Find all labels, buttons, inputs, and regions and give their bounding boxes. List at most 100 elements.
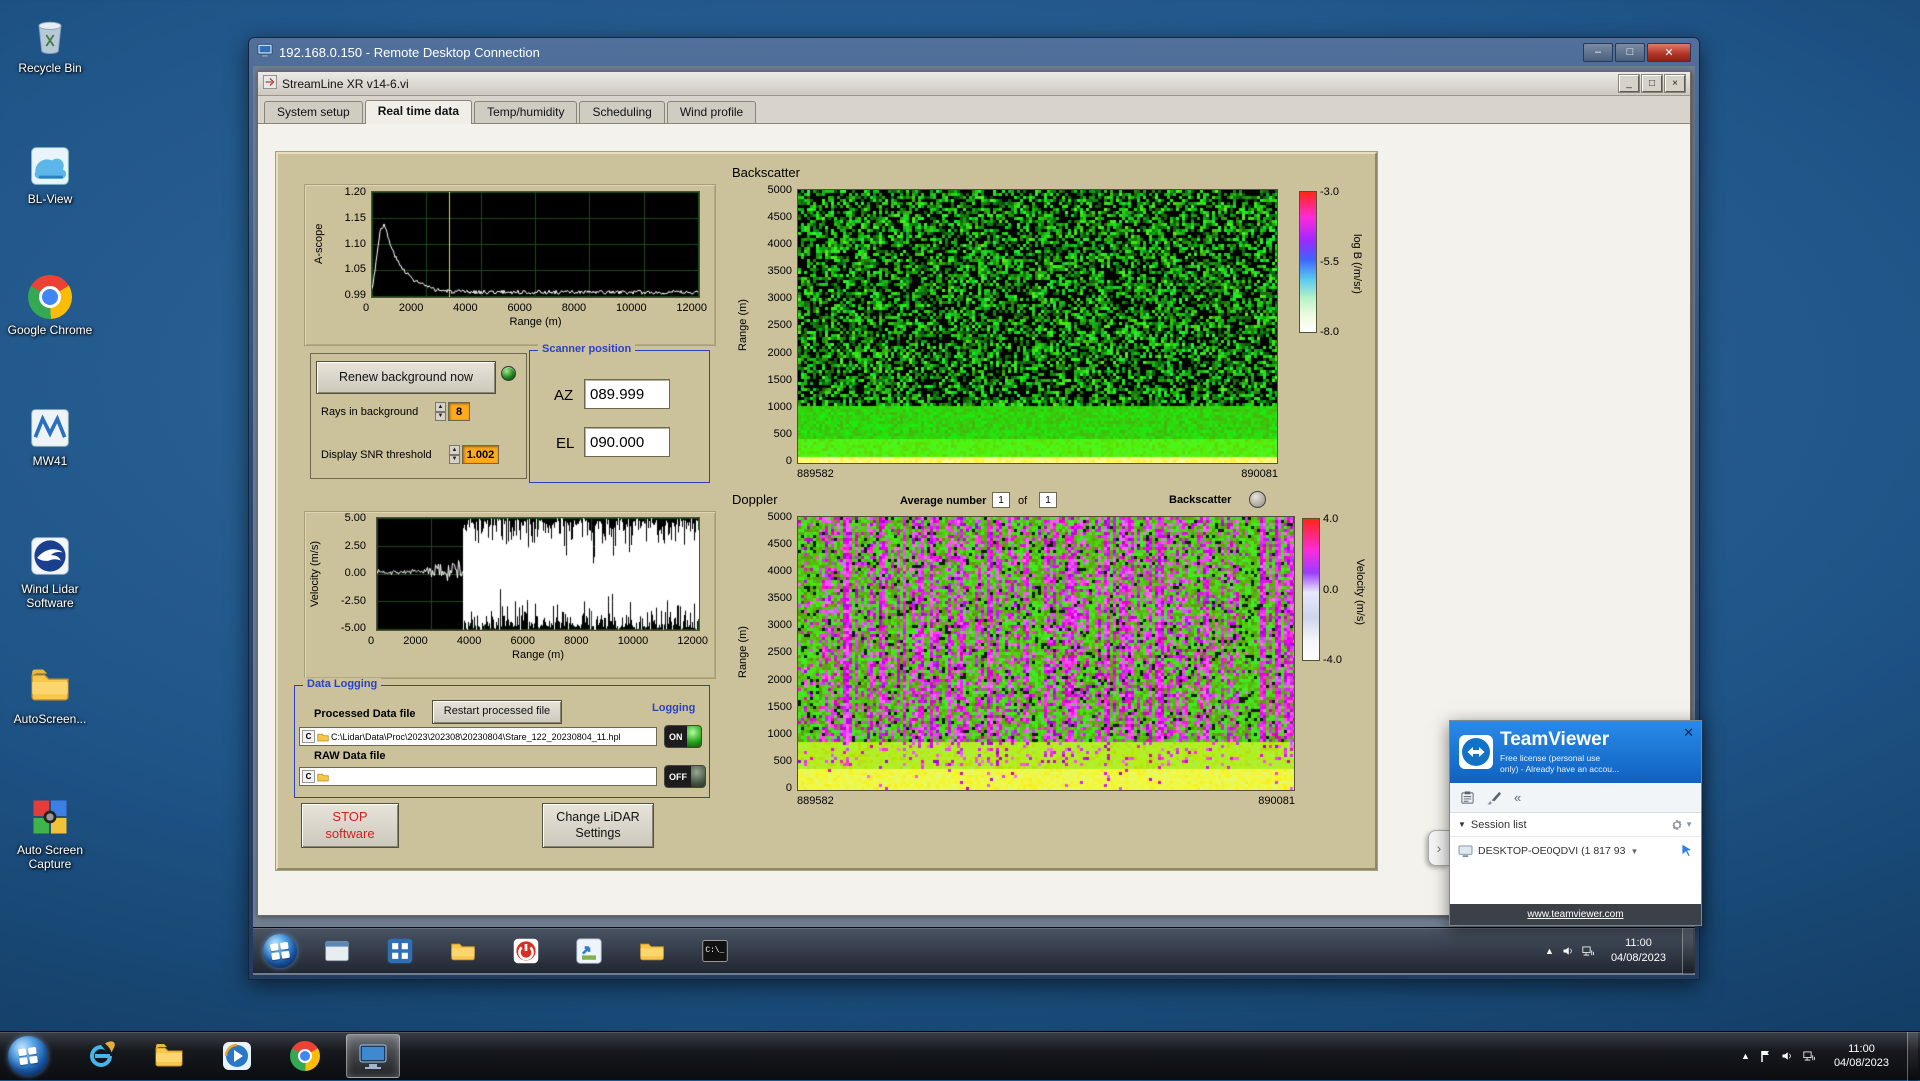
tab-wind-profile[interactable]: Wind profile — [666, 101, 757, 123]
tab-temp-humidity[interactable]: Temp/humidity — [474, 101, 578, 123]
remote-start-button[interactable] — [263, 933, 297, 968]
snr-value[interactable]: 1.002 — [462, 445, 499, 464]
snr-spinner[interactable]: ▲ ▼ — [449, 445, 460, 464]
ascope-y-axis-ticks: 1.20 1.15 1.10 1.05 0.99 — [328, 186, 366, 301]
stop-software-button[interactable]: STOP software — [301, 803, 399, 848]
ascope-plot — [371, 191, 700, 298]
rdp-window-icon — [257, 43, 273, 61]
raw-logging-switch[interactable]: OFF — [664, 765, 706, 788]
remote-task-power-app-icon[interactable] — [503, 931, 549, 971]
tick-label: 3000 — [767, 619, 792, 632]
velocity-x-axis-ticks: 0 2000 4000 6000 8000 10000 12000 — [368, 635, 708, 647]
az-field[interactable]: 089.999 — [584, 379, 670, 409]
remote-task-updater-app-icon[interactable] — [566, 931, 612, 971]
processed-logging-switch[interactable]: ON — [664, 725, 702, 748]
rdp-minimize-button[interactable]: – — [1583, 42, 1613, 62]
teamviewer-close-icon[interactable]: ✕ — [1683, 725, 1694, 741]
start-button[interactable] — [8, 1036, 48, 1076]
collapse-chevrons-icon[interactable]: « — [1514, 790, 1521, 805]
backscatter-colorbar — [1299, 191, 1317, 333]
teamviewer-link[interactable]: www.teamviewer.com — [1527, 909, 1623, 920]
rays-spinner[interactable]: ▲ ▼ — [435, 402, 446, 421]
clock[interactable]: 11:00 04/08/2023 — [1826, 1042, 1897, 1071]
taskbar-explorer-icon[interactable] — [142, 1034, 196, 1078]
action-center-flag-icon[interactable] — [1760, 1050, 1771, 1063]
browse-folder-icon[interactable] — [317, 771, 329, 782]
show-desktop-button[interactable] — [1907, 1031, 1918, 1081]
tick-label: -5.5 — [1320, 256, 1339, 268]
chevron-down-icon[interactable]: ▼ — [1630, 847, 1638, 856]
desktop-icon-autoscreen-folder[interactable]: AutoScreen... — [2, 661, 98, 727]
processed-path-text: C:\Lidar\Data\Proc\2023\202308\20230804\… — [331, 731, 621, 742]
x-end-label: 890081 — [1241, 468, 1278, 480]
desktop-icon-recycle-bin[interactable]: Recycle Bin — [2, 10, 98, 76]
desktop-icon-mw41[interactable]: MW41 — [2, 403, 98, 469]
remote-network-icon[interactable] — [1582, 945, 1595, 957]
tray-expand-icon[interactable]: ▲ — [1741, 1051, 1750, 1061]
taskbar-internet-explorer-icon[interactable] — [74, 1034, 128, 1078]
el-field[interactable]: 090.000 — [584, 427, 670, 457]
remote-tray-expand-icon[interactable]: ▲ — [1545, 946, 1554, 956]
rdp-titlebar[interactable]: 192.168.0.150 - Remote Desktop Connectio… — [249, 38, 1699, 66]
app-maximize-button[interactable]: □ — [1642, 75, 1662, 92]
rdp-close-button[interactable]: ✕ — [1647, 42, 1691, 62]
average-number-input[interactable]: 1 — [992, 492, 1010, 508]
tick-label: -5.00 — [340, 622, 366, 634]
session-list-bar[interactable]: ▼ Session list ▼ — [1450, 813, 1701, 837]
raw-path-field[interactable]: C — [299, 767, 657, 786]
gear-icon[interactable] — [1671, 819, 1683, 831]
session-computer-entry[interactable]: DESKTOP-OE0QDVI (1 817 93 ▼ — [1450, 837, 1701, 865]
tab-scheduling[interactable]: Scheduling — [579, 101, 665, 123]
network-icon[interactable] — [1803, 1050, 1816, 1062]
subtitle-line1: Free license (personal use — [1500, 753, 1601, 763]
chevron-down-icon[interactable]: ▼ — [1685, 820, 1693, 829]
tab-real-time-data[interactable]: Real time data — [364, 100, 473, 124]
restart-processed-file-button[interactable]: Restart processed file — [432, 700, 562, 724]
tick-label: 0 — [368, 635, 375, 647]
wind-lidar-icon — [2, 531, 98, 581]
velocity-x-axis-title: Range (m) — [512, 649, 564, 661]
tick-label: 0 — [785, 781, 792, 794]
x-start-label: 889582 — [797, 468, 834, 480]
remote-task-folder2-icon[interactable] — [629, 931, 675, 971]
clipboard-icon[interactable] — [1460, 790, 1475, 805]
renew-background-button[interactable]: Renew background now — [316, 361, 496, 394]
tick-label: 5000 — [767, 511, 792, 523]
remote-task-window-icon[interactable] — [314, 931, 360, 971]
backscatter-colorbar-ticks: -3.0 -5.5 -8.0 — [1320, 186, 1348, 338]
taskbar-remote-desktop-icon[interactable] — [346, 1034, 400, 1078]
tick-label: 0 — [363, 302, 370, 314]
taskbar-media-player-icon[interactable] — [210, 1034, 264, 1078]
processed-path-field[interactable]: C C:\Lidar\Data\Proc\2023\202308\2023080… — [299, 727, 657, 746]
app-titlebar[interactable]: StreamLine XR v14-6.vi _ □ × — [258, 72, 1690, 96]
rdp-maximize-button[interactable]: □ — [1615, 42, 1645, 62]
connect-cursor-icon[interactable] — [1681, 842, 1694, 860]
remote-task-grid-app-icon[interactable] — [377, 931, 423, 971]
change-lidar-settings-button[interactable]: Change LiDAR Settings — [542, 803, 654, 848]
remote-clock[interactable]: 11:00 04/08/2023 — [1603, 936, 1674, 965]
volume-icon[interactable] — [1781, 1050, 1793, 1062]
desktop-icon-google-chrome[interactable]: Google Chrome — [2, 272, 98, 338]
average-total-input[interactable]: 1 — [1039, 492, 1057, 508]
tick-label: 12000 — [676, 302, 707, 314]
desktop-icon-wind-lidar[interactable]: Wind Lidar Software — [2, 531, 98, 611]
desktop-icon-bl-view[interactable]: BL-View — [2, 141, 98, 207]
brush-icon[interactable] — [1487, 791, 1502, 805]
backscatter-toggle-button[interactable] — [1249, 491, 1266, 508]
backscatter-colorbar-title: log B (/m/sr) — [1351, 234, 1363, 294]
app-close-button[interactable]: × — [1665, 75, 1685, 92]
remote-show-desktop-button[interactable] — [1682, 927, 1693, 974]
remote-task-folder-icon[interactable] — [440, 931, 486, 971]
app-minimize-button[interactable]: _ — [1619, 75, 1639, 92]
tick-label: 10000 — [617, 635, 649, 647]
logging-label: Logging — [652, 702, 696, 714]
teamviewer-subtitle: Free license (personal use only) - Alrea… — [1500, 753, 1619, 775]
remote-volume-icon[interactable] — [1562, 945, 1574, 957]
taskbar-chrome-icon[interactable] — [278, 1034, 332, 1078]
remote-task-command-prompt-icon[interactable]: C:\_ — [692, 931, 738, 971]
desktop-icon-auto-screen-capture[interactable]: Auto Screen Capture — [2, 792, 98, 872]
rays-value[interactable]: 8 — [448, 402, 470, 421]
tab-system-setup[interactable]: System setup — [264, 101, 363, 123]
teamviewer-dock-tab[interactable]: › — [1428, 830, 1449, 866]
browse-folder-icon[interactable] — [317, 731, 329, 742]
